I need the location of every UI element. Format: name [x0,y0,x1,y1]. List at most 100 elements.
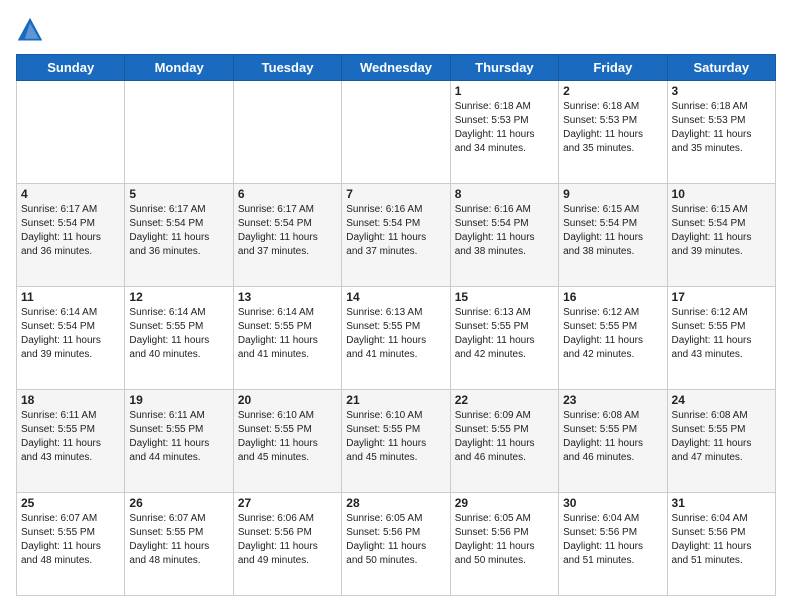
calendar-week-row: 11Sunrise: 6:14 AM Sunset: 5:54 PM Dayli… [17,287,776,390]
day-number: 18 [21,393,120,407]
calendar-day-cell: 21 Sunrise: 6:10 AM Sunset: 5:55 PM Dayli… [342,390,450,493]
day-info: Sunrise: 6:17 AM Sunset: 5:54 PM Dayligh… [238,203,337,259]
day-info: Sunrise: 6:07 AM Sunset: 5:55 PM Dayligh… [129,512,228,568]
day-number: 28 [346,496,445,510]
calendar-day-cell: 8 Sunrise: 6:16 AM Sunset: 5:54 PM Daylig… [450,184,558,287]
day-info: Sunrise: 6:09 AM Sunset: 5:55 PM Dayligh… [455,409,554,465]
calendar-day-header: Friday [559,55,667,81]
day-info: Sunrise: 6:11 AM Sunset: 5:55 PM Dayligh… [129,409,228,465]
day-info: Sunrise: 6:08 AM Sunset: 5:55 PM Dayligh… [563,409,662,465]
day-info: Sunrise: 6:05 AM Sunset: 5:56 PM Dayligh… [346,512,445,568]
day-info: Sunrise: 6:15 AM Sunset: 5:54 PM Dayligh… [563,203,662,259]
calendar-day-cell: 30Sunrise: 6:04 AM Sunset: 5:56 PM Dayli… [559,493,667,596]
calendar-day-cell: 12Sunrise: 6:14 AM Sunset: 5:55 PM Dayli… [125,287,233,390]
calendar-day-cell: 2Sunrise: 6:18 AM Sunset: 5:53 PM Daylig… [559,81,667,184]
calendar-day-cell: 18Sunrise: 6:11 AM Sunset: 5:55 PM Dayli… [17,390,125,493]
day-number: 1 [455,84,554,98]
calendar-day-cell: 10 Sunrise: 6:15 AM Sunset: 5:54 PM Dayli… [667,184,775,287]
calendar-day-cell: 22 Sunrise: 6:09 AM Sunset: 5:55 PM Dayli… [450,390,558,493]
day-info: Sunrise: 6:14 AM Sunset: 5:55 PM Dayligh… [238,306,337,362]
header [16,16,776,44]
day-number: 16 [563,290,662,304]
calendar-header-row: SundayMondayTuesdayWednesdayThursdayFrid… [17,55,776,81]
day-info: Sunrise: 6:10 AM Sunset: 5:55 PM Dayligh… [238,409,337,465]
calendar-day-cell: 29Sunrise: 6:05 AM Sunset: 5:56 PM Dayli… [450,493,558,596]
calendar-day-cell [17,81,125,184]
day-number: 23 [563,393,662,407]
day-number: 12 [129,290,228,304]
calendar-day-cell: 3 Sunrise: 6:18 AM Sunset: 5:53 PM Daylig… [667,81,775,184]
day-number: 17 [672,290,771,304]
calendar-day-cell: 7Sunrise: 6:16 AM Sunset: 5:54 PM Daylig… [342,184,450,287]
calendar-day-cell: 1 Sunrise: 6:18 AM Sunset: 5:53 PM Daylig… [450,81,558,184]
day-number: 9 [563,187,662,201]
day-number: 19 [129,393,228,407]
calendar-day-cell: 25Sunrise: 6:07 AM Sunset: 5:55 PM Dayli… [17,493,125,596]
calendar-day-cell: 15 Sunrise: 6:13 AM Sunset: 5:55 PM Dayli… [450,287,558,390]
day-number: 26 [129,496,228,510]
day-number: 15 [455,290,554,304]
calendar-day-cell: 19 Sunrise: 6:11 AM Sunset: 5:55 PM Dayli… [125,390,233,493]
day-number: 7 [346,187,445,201]
calendar-week-row: 4 Sunrise: 6:17 AM Sunset: 5:54 PM Daylig… [17,184,776,287]
day-number: 4 [21,187,120,201]
day-info: Sunrise: 6:04 AM Sunset: 5:56 PM Dayligh… [563,512,662,568]
day-info: Sunrise: 6:13 AM Sunset: 5:55 PM Dayligh… [455,306,554,362]
calendar-day-header: Thursday [450,55,558,81]
calendar-day-cell: 24 Sunrise: 6:08 AM Sunset: 5:55 PM Dayli… [667,390,775,493]
day-number: 5 [129,187,228,201]
calendar-day-cell [342,81,450,184]
calendar-day-cell: 31 Sunrise: 6:04 AM Sunset: 5:56 PM Dayli… [667,493,775,596]
logo [16,16,48,44]
calendar-day-cell [125,81,233,184]
calendar-day-cell: 6 Sunrise: 6:17 AM Sunset: 5:54 PM Daylig… [233,184,341,287]
day-info: Sunrise: 6:04 AM Sunset: 5:56 PM Dayligh… [672,512,771,568]
calendar-day-cell: 28 Sunrise: 6:05 AM Sunset: 5:56 PM Dayli… [342,493,450,596]
day-info: Sunrise: 6:17 AM Sunset: 5:54 PM Dayligh… [21,203,120,259]
calendar-table: SundayMondayTuesdayWednesdayThursdayFrid… [16,54,776,596]
day-number: 14 [346,290,445,304]
day-info: Sunrise: 6:18 AM Sunset: 5:53 PM Dayligh… [672,100,771,156]
day-info: Sunrise: 6:14 AM Sunset: 5:54 PM Dayligh… [21,306,120,362]
calendar-day-cell: 14 Sunrise: 6:13 AM Sunset: 5:55 PM Dayli… [342,287,450,390]
day-info: Sunrise: 6:08 AM Sunset: 5:55 PM Dayligh… [672,409,771,465]
calendar-day-header: Saturday [667,55,775,81]
day-info: Sunrise: 6:18 AM Sunset: 5:53 PM Dayligh… [455,100,554,156]
day-info: Sunrise: 6:06 AM Sunset: 5:56 PM Dayligh… [238,512,337,568]
day-number: 24 [672,393,771,407]
calendar-day-cell [233,81,341,184]
calendar-day-cell: 4 Sunrise: 6:17 AM Sunset: 5:54 PM Daylig… [17,184,125,287]
calendar-week-row: 25Sunrise: 6:07 AM Sunset: 5:55 PM Dayli… [17,493,776,596]
day-number: 31 [672,496,771,510]
day-info: Sunrise: 6:12 AM Sunset: 5:55 PM Dayligh… [672,306,771,362]
day-info: Sunrise: 6:05 AM Sunset: 5:56 PM Dayligh… [455,512,554,568]
day-info: Sunrise: 6:12 AM Sunset: 5:55 PM Dayligh… [563,306,662,362]
calendar-day-header: Monday [125,55,233,81]
calendar-day-cell: 17 Sunrise: 6:12 AM Sunset: 5:55 PM Dayli… [667,287,775,390]
calendar-day-cell: 26 Sunrise: 6:07 AM Sunset: 5:55 PM Dayli… [125,493,233,596]
calendar-day-cell: 13 Sunrise: 6:14 AM Sunset: 5:55 PM Dayli… [233,287,341,390]
page: SundayMondayTuesdayWednesdayThursdayFrid… [0,0,792,612]
calendar-week-row: 1 Sunrise: 6:18 AM Sunset: 5:53 PM Daylig… [17,81,776,184]
day-info: Sunrise: 6:15 AM Sunset: 5:54 PM Dayligh… [672,203,771,259]
day-number: 22 [455,393,554,407]
day-info: Sunrise: 6:16 AM Sunset: 5:54 PM Dayligh… [455,203,554,259]
calendar-day-cell: 20 Sunrise: 6:10 AM Sunset: 5:55 PM Dayli… [233,390,341,493]
calendar-day-cell: 23 Sunrise: 6:08 AM Sunset: 5:55 PM Dayli… [559,390,667,493]
day-number: 8 [455,187,554,201]
day-number: 3 [672,84,771,98]
day-info: Sunrise: 6:17 AM Sunset: 5:54 PM Dayligh… [129,203,228,259]
day-info: Sunrise: 6:10 AM Sunset: 5:55 PM Dayligh… [346,409,445,465]
day-info: Sunrise: 6:13 AM Sunset: 5:55 PM Dayligh… [346,306,445,362]
day-number: 27 [238,496,337,510]
day-number: 2 [563,84,662,98]
calendar-day-cell: 11Sunrise: 6:14 AM Sunset: 5:54 PM Dayli… [17,287,125,390]
day-number: 6 [238,187,337,201]
calendar-day-cell: 27 Sunrise: 6:06 AM Sunset: 5:56 PM Dayli… [233,493,341,596]
day-number: 10 [672,187,771,201]
day-number: 13 [238,290,337,304]
calendar-day-header: Wednesday [342,55,450,81]
day-number: 21 [346,393,445,407]
day-number: 20 [238,393,337,407]
calendar-day-header: Sunday [17,55,125,81]
